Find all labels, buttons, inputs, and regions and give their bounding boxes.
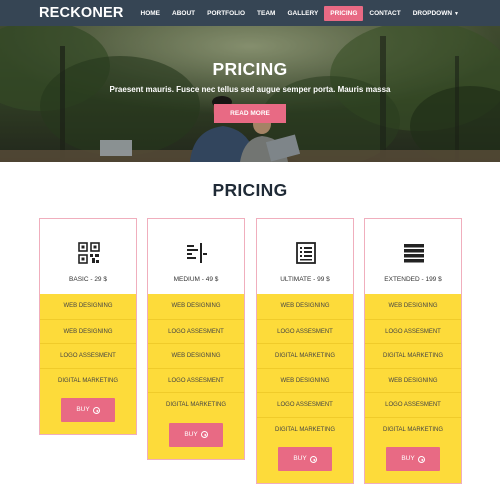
feature-item: WEB DESIGNING (63, 303, 113, 309)
nav-item-about[interactable]: ABOUT (166, 6, 201, 21)
nav-item-home[interactable]: HOME (135, 6, 167, 21)
feature-item: LOGO ASSESMENT (40, 343, 136, 368)
arrow-circle-icon (200, 431, 208, 438)
nav-menu: HOME ABOUT PORTFOLIO TEAM GALLERY PRICIN… (135, 6, 465, 21)
feature-item: LOGO ASSESMENT (365, 392, 461, 417)
feature-item: WEB DESIGNING (171, 303, 221, 309)
feature-item: WEB DESIGNING (388, 303, 438, 309)
feature-item: DIGITAL MARKETING (365, 343, 461, 368)
feature-item: LOGO ASSESMENT (365, 318, 461, 344)
buy-button[interactable]: BUY (169, 422, 223, 447)
pricing-card-medium: MEDIUM - 49 $ WEB DESIGNING LOGO ASSESME… (147, 218, 245, 460)
nav-item-gallery[interactable]: GALLERY (281, 6, 324, 21)
feature-item: WEB DESIGNING (257, 367, 353, 393)
buy-label: BUY (293, 455, 307, 462)
feature-item: WEB DESIGNING (40, 318, 136, 344)
card-header: BASIC - 29 $ (40, 219, 136, 294)
pricing-card-ultimate: ULTIMATE - 99 $ WEB DESIGNING LOGO ASSES… (256, 218, 354, 484)
hero-title: PRICING (212, 59, 288, 79)
feature-item: LOGO ASSESMENT (257, 318, 353, 344)
align-list-icon (187, 243, 207, 263)
read-more-button[interactable]: READ MORE (214, 104, 286, 123)
plan-name: BASIC - 29 $ (69, 276, 107, 283)
buy-button[interactable]: BUY (386, 447, 440, 471)
pricing-card-basic: BASIC - 29 $ WEB DESIGNING WEB DESIGNING… (39, 218, 137, 435)
card-features: WEB DESIGNING WEB DESIGNING LOGO ASSESME… (40, 294, 136, 434)
feature-item: WEB DESIGNING (365, 367, 461, 393)
caret-down-icon: ▼ (454, 11, 459, 17)
card-features: WEB DESIGNING LOGO ASSESMENT DIGITAL MAR… (365, 294, 461, 483)
hero-banner: PRICING Praesent mauris. Fusce nec tellu… (0, 26, 500, 162)
plan-name: MEDIUM - 49 $ (173, 276, 219, 283)
section-title: PRICING (212, 180, 288, 200)
buy-label: BUY (184, 430, 198, 438)
feature-item: LOGO ASSESMENT (148, 367, 244, 393)
card-header: ULTIMATE - 99 $ (257, 219, 353, 294)
feature-item: DIGITAL MARKETING (365, 416, 461, 442)
qr-code-icon (78, 242, 100, 264)
nav-item-contact[interactable]: CONTACT (363, 6, 406, 21)
feature-item: DIGITAL MARKETING (148, 392, 244, 417)
buy-wrap: BUY (148, 417, 244, 447)
buy-label: BUY (401, 455, 415, 462)
feature-item: WEB DESIGNING (148, 343, 244, 368)
list-bars-icon (404, 244, 424, 263)
feature-item: LOGO ASSESMENT (148, 318, 244, 344)
nav-item-team[interactable]: TEAM (251, 6, 281, 21)
hero-subtitle: Praesent mauris. Fusce nec tellus sed au… (109, 85, 391, 94)
arrow-circle-icon (309, 455, 317, 463)
document-list-icon (296, 242, 316, 264)
plan-name: ULTIMATE - 99 $ (280, 276, 330, 283)
card-features: WEB DESIGNING LOGO ASSESMENT DIGITAL MAR… (257, 294, 353, 483)
nav-dropdown-label: DROPDOWN (412, 10, 453, 17)
feature-item: LOGO ASSESMENT (257, 392, 353, 417)
nav-item-portfolio[interactable]: PORTFOLIO (201, 6, 251, 21)
feature-item: WEB DESIGNING (280, 303, 330, 309)
arrow-circle-icon (92, 406, 100, 414)
buy-wrap: BUY (40, 392, 136, 422)
feature-item: DIGITAL MARKETING (257, 416, 353, 442)
pricing-card-extended: EXTENDED - 199 $ WEB DESIGNING LOGO ASSE… (364, 218, 462, 484)
buy-wrap: BUY (365, 441, 461, 471)
card-header: MEDIUM - 49 $ (148, 219, 244, 294)
nav-item-dropdown[interactable]: DROPDOWN ▼ (407, 6, 465, 21)
buy-wrap: BUY (257, 441, 353, 471)
card-header: EXTENDED - 199 $ (365, 219, 461, 294)
feature-item: DIGITAL MARKETING (257, 343, 353, 368)
buy-label: BUY (76, 406, 90, 413)
navbar: RECKONER HOME ABOUT PORTFOLIO TEAM GALLE… (0, 0, 500, 26)
nav-item-pricing[interactable]: PRICING (324, 6, 364, 21)
arrow-circle-icon (417, 455, 425, 463)
buy-button[interactable]: BUY (61, 398, 115, 422)
brand-logo[interactable]: RECKONER (39, 5, 124, 21)
feature-item: DIGITAL MARKETING (40, 367, 136, 393)
buy-button[interactable]: BUY (278, 447, 332, 471)
card-features: WEB DESIGNING LOGO ASSESMENT WEB DESIGNI… (148, 294, 244, 459)
plan-name: EXTENDED - 199 $ (384, 276, 442, 283)
hero-background-image (0, 26, 500, 162)
